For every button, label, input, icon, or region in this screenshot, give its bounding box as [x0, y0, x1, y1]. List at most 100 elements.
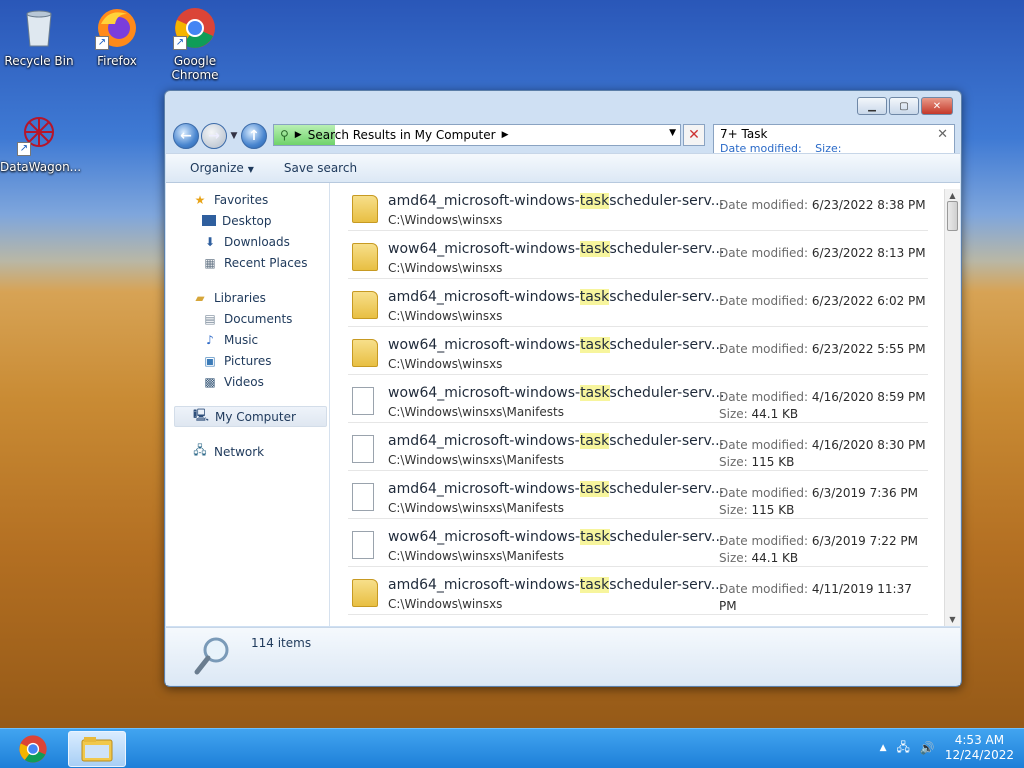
- size-label: Size:: [719, 503, 748, 517]
- vertical-scrollbar[interactable]: ▲ ▼: [944, 189, 960, 626]
- desktop-icon-firefox[interactable]: ↗ Firefox: [78, 6, 156, 68]
- address-dropdown-icon[interactable]: ▼: [669, 128, 676, 138]
- volume-icon[interactable]: 🔊: [920, 741, 935, 755]
- file-path: C:\Windows\winsxs\Manifests: [388, 405, 564, 419]
- file-list-row[interactable]: wow64_microsoft-windows-taskscheduler-se…: [348, 519, 928, 567]
- sidebar-item-label: Favorites: [214, 192, 269, 207]
- file-meta: Date modified: 6/3/2019 7:22 PM Size: 44…: [719, 533, 918, 567]
- search-match-highlight: task: [580, 529, 610, 545]
- sidebar-item-favorites[interactable]: ★ Favorites: [166, 189, 329, 210]
- sidebar-item-libraries[interactable]: ▰ Libraries: [166, 287, 329, 308]
- close-button[interactable]: ✕: [921, 97, 953, 115]
- close-icon: ✕: [688, 127, 700, 143]
- taskbar-chrome-button[interactable]: [4, 731, 62, 767]
- file-name: amd64_microsoft-windows-taskscheduler-se…: [388, 481, 724, 497]
- maximize-button[interactable]: ▢: [889, 97, 919, 115]
- sidebar-item-desktop[interactable]: Desktop: [166, 210, 329, 231]
- sidebar-item-pictures[interactable]: ▣ Pictures: [166, 350, 329, 371]
- sidebar-item-label: Pictures: [224, 353, 272, 368]
- breadcrumb-chevron-icon[interactable]: ▶: [295, 130, 302, 140]
- breadcrumb-chevron-icon[interactable]: ▶: [502, 130, 509, 140]
- scroll-down-icon[interactable]: ▼: [945, 615, 960, 624]
- date-value: 6/23/2022 8:13 PM: [811, 246, 926, 260]
- sidebar-item-my-computer[interactable]: 🖳 My Computer: [174, 406, 327, 427]
- close-icon: ✕: [932, 100, 942, 112]
- date-value: 6/23/2022 6:02 PM: [811, 294, 926, 308]
- show-hidden-icons-icon[interactable]: ▲: [880, 743, 887, 753]
- sidebar-item-music[interactable]: ♪ Music: [166, 329, 329, 350]
- save-search-button[interactable]: Save search: [284, 161, 357, 175]
- search-input[interactable]: 7+ Task ✕ Date modified: Size:: [713, 124, 955, 155]
- file-name-prefix: amd64_microsoft-windows-: [388, 577, 580, 593]
- file-path: C:\Windows\winsxs: [388, 357, 503, 371]
- file-list-row[interactable]: wow64_microsoft-windows-taskscheduler-se…: [348, 375, 928, 423]
- file-meta: Date modified: 4/16/2020 8:30 PM Size: 1…: [719, 437, 926, 471]
- network-tray-icon[interactable]: 🖧: [896, 738, 909, 759]
- scrollbar-thumb[interactable]: [947, 201, 958, 231]
- file-list-row[interactable]: amd64_microsoft-windows-taskscheduler-se…: [348, 471, 928, 519]
- clock[interactable]: 4:53 AM 12/24/2022: [945, 733, 1014, 763]
- file-list-row[interactable]: amd64_microsoft-windows-taskscheduler-se…: [348, 423, 928, 471]
- up-button[interactable]: ↑: [241, 123, 267, 149]
- desktop-icon-datawagon[interactable]: ↗ DataWagon...: [0, 112, 81, 174]
- size-label: Size:: [719, 551, 748, 565]
- sidebar-item-network[interactable]: 🖧 Network: [166, 441, 329, 462]
- file-name: amd64_microsoft-windows-taskscheduler-se…: [388, 193, 724, 209]
- recent-pages-dropdown[interactable]: ▼: [227, 131, 241, 141]
- date-label: Date modified:: [719, 438, 809, 452]
- clear-search-icon[interactable]: ✕: [937, 127, 948, 142]
- title-bar[interactable]: ▁ ▢ ✕: [165, 91, 961, 123]
- stop-search-button[interactable]: ✕: [683, 124, 705, 146]
- file-name-suffix: scheduler-serv...: [609, 577, 725, 593]
- chevron-down-icon: ▼: [247, 165, 254, 174]
- shortcut-arrow-icon: ↗: [173, 36, 187, 50]
- folder-icon: [352, 579, 378, 607]
- sidebar-item-documents[interactable]: ▤ Documents: [166, 308, 329, 329]
- file-list-row[interactable]: wow64_microsoft-windows-taskscheduler-se…: [348, 327, 928, 375]
- sidebar-item-label: Music: [224, 332, 259, 347]
- file-meta: Date modified: 6/23/2022 8:38 PM: [719, 197, 926, 214]
- search-match-highlight: task: [579, 289, 610, 305]
- file-name-prefix: wow64_microsoft-windows-: [388, 529, 581, 545]
- recycle-bin-icon: [17, 6, 61, 50]
- save-search-label: Save search: [283, 161, 358, 175]
- desktop-icon-label: Firefox: [97, 54, 137, 68]
- search-icon: ⚲: [280, 128, 289, 142]
- scroll-up-icon[interactable]: ▲: [945, 191, 960, 200]
- file-list-row[interactable]: wow64_microsoft-windows-taskscheduler-se…: [348, 231, 928, 279]
- file-list-row[interactable]: amd64_microsoft-windows-taskscheduler-se…: [348, 279, 928, 327]
- size-value: 115 KB: [751, 455, 795, 469]
- search-match-highlight: task: [579, 481, 610, 497]
- date-label: Date modified:: [719, 582, 809, 596]
- sidebar-item-recent-places[interactable]: ▦ Recent Places: [166, 252, 329, 273]
- file-name: amd64_microsoft-windows-taskscheduler-se…: [388, 577, 724, 593]
- folder-icon: [352, 195, 378, 223]
- back-button[interactable]: ←: [173, 123, 199, 149]
- file-name-suffix: scheduler-serv...: [609, 337, 725, 353]
- date-label: Date modified:: [719, 534, 809, 548]
- desktop-icon-label: Google Chrome: [171, 54, 219, 82]
- file-list-row[interactable]: amd64_microsoft-windows-taskscheduler-se…: [348, 567, 928, 615]
- organize-label: Organize: [190, 161, 244, 175]
- address-bar[interactable]: ⚲ ▶ Search Results in My Computer ▶ ▼: [273, 124, 681, 146]
- forward-button[interactable]: →: [201, 123, 227, 149]
- desktop-icon-recycle-bin[interactable]: Recycle Bin: [0, 6, 78, 68]
- navigation-bar: ← → ▼ ↑ ⚲ ▶ Search Results in My Compute…: [173, 123, 955, 155]
- sidebar-item-label: Recent Places: [224, 255, 308, 270]
- sidebar-item-downloads[interactable]: ⬇ Downloads: [166, 231, 329, 252]
- recent-places-icon: ▦: [204, 255, 216, 270]
- sidebar-item-videos[interactable]: ▩ Videos: [166, 371, 329, 392]
- date-label: Date modified:: [719, 390, 809, 404]
- file-list: amd64_microsoft-windows-taskscheduler-se…: [330, 183, 960, 626]
- organize-button[interactable]: Organize ▼: [190, 161, 254, 175]
- desktop-icon-chrome[interactable]: ↗ Google Chrome: [156, 6, 234, 82]
- file-name-suffix: scheduler-serv...: [609, 385, 725, 401]
- taskbar-explorer-button[interactable]: [68, 731, 126, 767]
- navigation-pane: ★ Favorites Desktop ⬇ Downloads ▦ Recent Pl…: [166, 183, 330, 626]
- file-icon: [352, 387, 374, 415]
- date-value: 4/16/2020 8:30 PM: [811, 438, 926, 452]
- minimize-button[interactable]: ▁: [857, 97, 887, 115]
- file-list-row[interactable]: amd64_microsoft-windows-taskscheduler-se…: [348, 183, 928, 231]
- taskbar: ▲ 🖧 🔊 4:53 AM 12/24/2022: [0, 728, 1024, 768]
- file-name-suffix: scheduler-serv...: [609, 481, 725, 497]
